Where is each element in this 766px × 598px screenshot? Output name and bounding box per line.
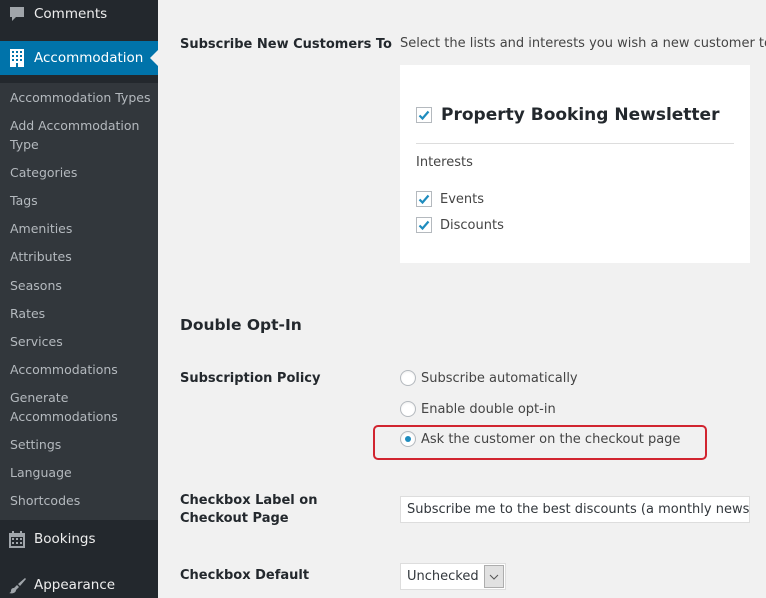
- checkbox-label-input[interactable]: Subscribe me to the best discounts (a mo…: [400, 496, 750, 523]
- submenu-item[interactable]: Services: [10, 332, 155, 351]
- submenu-item[interactable]: Tags: [10, 191, 155, 210]
- checkbox-default-label: Checkbox Default: [180, 568, 310, 583]
- highlight-annotation: [373, 425, 707, 460]
- submenu-item[interactable]: Seasons: [10, 276, 155, 295]
- subscribe-new-customers-label: Subscribe New Customers To: [180, 37, 392, 52]
- list-checkbox[interactable]: [416, 107, 432, 123]
- active-indicator: [150, 50, 158, 66]
- select-value: Unchecked: [407, 569, 479, 584]
- radio-label: Enable double opt-in: [421, 401, 556, 417]
- calendar-icon: [8, 530, 26, 548]
- double-optin-heading: Double Opt-In: [180, 316, 302, 334]
- admin-sidebar: Comments Accommodation Accommodation Typ…: [0, 0, 158, 598]
- submenu-item[interactable]: Generate Accommodations: [10, 388, 120, 426]
- menu-item-label: Bookings: [34, 531, 96, 547]
- menu-item-label: Comments: [34, 6, 108, 22]
- accommodation-submenu: Accommodation Types Add Accommodation Ty…: [0, 83, 158, 520]
- submenu-item[interactable]: Language: [10, 463, 155, 482]
- comment-icon: [8, 5, 26, 23]
- submenu-item[interactable]: Accommodations: [10, 360, 155, 379]
- interest-discounts-row[interactable]: Discounts: [416, 217, 504, 233]
- interest-label: Discounts: [440, 217, 504, 233]
- policy-option-double-optin[interactable]: Enable double opt-in: [400, 401, 556, 417]
- submenu-item[interactable]: Rates: [10, 304, 155, 323]
- submenu-item[interactable]: Amenities: [10, 219, 155, 238]
- list-checkbox-row[interactable]: Property Booking Newsletter: [416, 105, 719, 125]
- menu-item-bookings[interactable]: Bookings: [0, 522, 158, 556]
- menu-item-comments[interactable]: Comments: [0, 0, 158, 31]
- policy-option-auto[interactable]: Subscribe automatically: [400, 370, 578, 386]
- radio-button[interactable]: [400, 370, 416, 386]
- checkbox-label-label: Checkbox Label on Checkout Page: [180, 493, 318, 526]
- interests-title: Interests: [416, 155, 473, 170]
- submenu-item[interactable]: Shortcodes: [10, 491, 155, 510]
- list-name: Property Booking Newsletter: [441, 105, 720, 125]
- submenu-item[interactable]: Categories: [10, 163, 155, 182]
- submenu-item[interactable]: Accommodation Types: [10, 88, 155, 107]
- subscription-policy-label: Subscription Policy: [180, 371, 321, 386]
- subscribe-description: Select the lists and interests you wish …: [400, 36, 766, 51]
- submenu-item[interactable]: Settings: [10, 435, 155, 454]
- submenu-item[interactable]: Add Accommodation Type: [10, 116, 155, 154]
- menu-item-appearance[interactable]: Appearance: [0, 568, 158, 598]
- checkbox-default-select[interactable]: Unchecked: [400, 563, 506, 590]
- interest-checkbox[interactable]: [416, 217, 432, 233]
- interest-checkbox[interactable]: [416, 191, 432, 207]
- radio-label: Subscribe automatically: [421, 370, 578, 386]
- lists-panel: Property Booking Newsletter Interests Ev…: [400, 65, 750, 263]
- interest-label: Events: [440, 191, 485, 207]
- menu-item-accommodation[interactable]: Accommodation: [0, 41, 158, 75]
- building-icon: [8, 49, 26, 67]
- submenu-item[interactable]: Attributes: [10, 247, 155, 266]
- radio-button[interactable]: [400, 401, 416, 417]
- menu-item-label: Appearance: [34, 577, 116, 593]
- paintbrush-icon: [8, 576, 26, 594]
- interest-events-row[interactable]: Events: [416, 191, 484, 207]
- menu-item-label: Accommodation: [34, 50, 144, 66]
- chevron-down-icon[interactable]: [483, 565, 504, 588]
- divider: [416, 143, 734, 144]
